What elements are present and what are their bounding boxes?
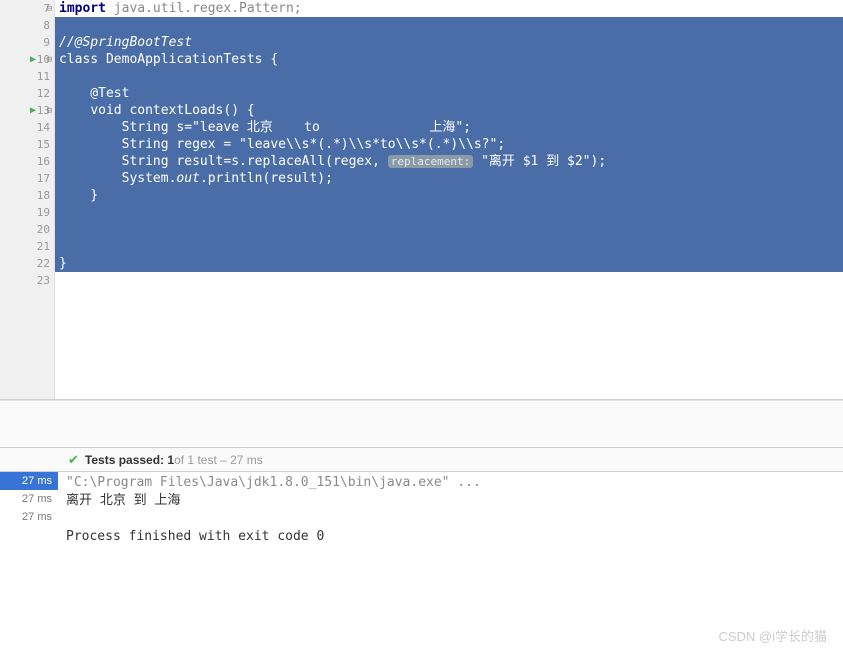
line-number: 15 bbox=[37, 138, 50, 151]
tests-passed-suffix: of 1 test – 27 ms bbox=[174, 453, 263, 467]
run-icon[interactable]: ▶ bbox=[30, 54, 36, 65]
gutter: 7⊟ 8 9 ▶10⊟ 11 12 ▶13⊟ 14 15 16 17 18 19… bbox=[0, 0, 55, 399]
line-number: 20 bbox=[37, 223, 50, 236]
console-line: 离开 北京 到 上海 bbox=[66, 492, 835, 510]
time-cell[interactable]: 27 ms bbox=[0, 508, 58, 526]
code-content[interactable]: import java.util.regex.Pattern; //@Sprin… bbox=[55, 0, 843, 399]
code-line[interactable]: System.out.println(result); bbox=[55, 170, 843, 187]
line-number: 17 bbox=[37, 172, 50, 185]
line-number: 11 bbox=[37, 70, 50, 83]
code-line[interactable] bbox=[55, 204, 843, 221]
code-line[interactable] bbox=[55, 17, 843, 34]
console-line: Process finished with exit code 0 bbox=[66, 528, 835, 546]
code-line[interactable]: //@SpringBootTest bbox=[55, 34, 843, 51]
line-number: 18 bbox=[37, 189, 50, 202]
code-line[interactable]: import java.util.regex.Pattern; bbox=[55, 0, 843, 17]
code-line[interactable]: String result=s.replaceAll(regex, replac… bbox=[55, 153, 843, 170]
console-line: "C:\Program Files\Java\jdk1.8.0_151\bin\… bbox=[66, 474, 835, 492]
code-line[interactable] bbox=[55, 68, 843, 85]
line-number: 12 bbox=[37, 87, 50, 100]
line-number: 21 bbox=[37, 240, 50, 253]
param-hint: replacement: bbox=[388, 155, 473, 168]
code-line[interactable]: class DemoApplicationTests { bbox=[55, 51, 843, 68]
code-line[interactable] bbox=[55, 238, 843, 255]
code-line[interactable]: void contextLoads() { bbox=[55, 102, 843, 119]
line-number: 22 bbox=[37, 257, 50, 270]
time-cell[interactable]: 27 ms bbox=[0, 472, 58, 490]
time-column: 27 ms 27 ms 27 ms bbox=[0, 472, 58, 548]
run-icon[interactable]: ▶ bbox=[30, 105, 36, 116]
watermark: CSDN @i学长的猫 bbox=[718, 626, 827, 645]
code-line[interactable]: String s="leave 北京 to 上海"; bbox=[55, 119, 843, 136]
code-editor[interactable]: 7⊟ 8 9 ▶10⊟ 11 12 ▶13⊟ 14 15 16 17 18 19… bbox=[0, 0, 843, 400]
line-number: 9 bbox=[43, 36, 50, 49]
time-cell[interactable]: 27 ms bbox=[0, 490, 58, 508]
line-number: 14 bbox=[37, 121, 50, 134]
code-line[interactable]: @Test bbox=[55, 85, 843, 102]
console-area: 27 ms 27 ms 27 ms "C:\Program Files\Java… bbox=[0, 472, 843, 548]
line-number: 23 bbox=[37, 274, 50, 287]
line-number: 19 bbox=[37, 206, 50, 219]
check-icon: ✔ bbox=[68, 452, 79, 468]
code-line[interactable] bbox=[55, 272, 843, 289]
code-line[interactable] bbox=[55, 221, 843, 238]
test-results-panel: ✔ Tests passed: 1 of 1 test – 27 ms 27 m… bbox=[0, 448, 843, 548]
code-line[interactable]: } bbox=[55, 187, 843, 204]
code-line[interactable]: } bbox=[55, 255, 843, 272]
panel-divider[interactable] bbox=[0, 400, 843, 448]
code-line[interactable]: String regex = "leave\\s*(.*)\\s*to\\s*(… bbox=[55, 136, 843, 153]
line-number: 8 bbox=[43, 19, 50, 32]
console-output[interactable]: "C:\Program Files\Java\jdk1.8.0_151\bin\… bbox=[58, 472, 843, 548]
fold-icon[interactable]: ⊟ bbox=[47, 106, 52, 116]
console-line bbox=[66, 510, 835, 528]
line-number: 16 bbox=[37, 155, 50, 168]
fold-icon[interactable]: ⊟ bbox=[47, 55, 52, 65]
fold-icon[interactable]: ⊟ bbox=[47, 4, 52, 14]
tests-passed-label: Tests passed: 1 bbox=[85, 453, 174, 467]
test-header: ✔ Tests passed: 1 of 1 test – 27 ms bbox=[0, 448, 843, 472]
